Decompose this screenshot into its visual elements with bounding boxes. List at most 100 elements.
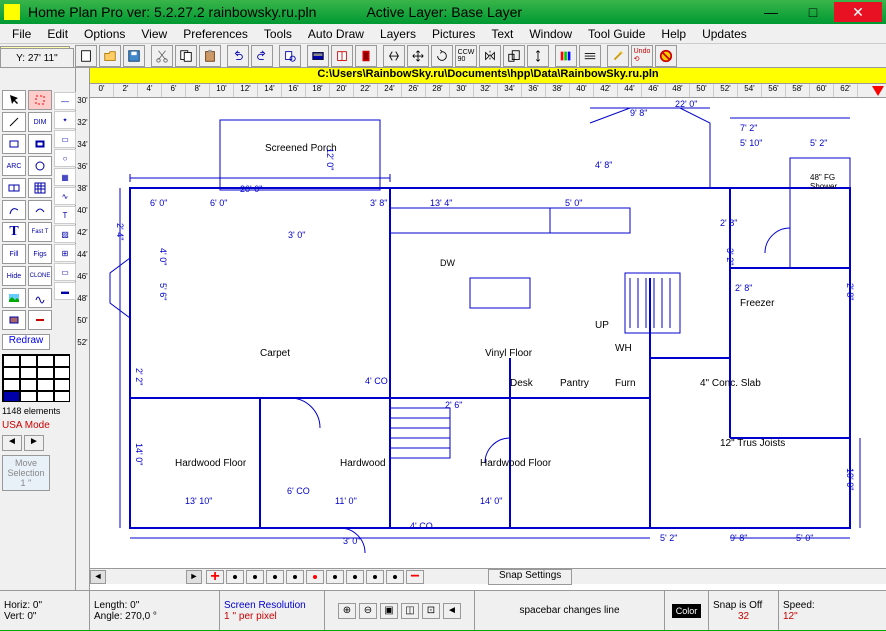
canvas-area[interactable]: C:\Users\RainbowSky.ru\Documents\hpp\Dat… bbox=[90, 68, 886, 590]
curve-tool[interactable] bbox=[2, 200, 26, 220]
layers-button[interactable] bbox=[579, 45, 601, 67]
fillrect-tool[interactable] bbox=[2, 310, 26, 330]
menu-pictures[interactable]: Pictures bbox=[424, 25, 483, 43]
menu-window[interactable]: Window bbox=[521, 25, 580, 43]
menu-view[interactable]: View bbox=[133, 25, 175, 43]
cut-button[interactable] bbox=[151, 45, 173, 67]
rotate90-button[interactable]: CCW90 bbox=[455, 45, 477, 67]
snap2[interactable] bbox=[246, 570, 264, 584]
open-button[interactable] bbox=[99, 45, 121, 67]
dim-tool[interactable]: DIM bbox=[28, 112, 52, 132]
ext-tool-1[interactable]: — bbox=[54, 92, 76, 110]
mirror-button[interactable] bbox=[479, 45, 501, 67]
rotate-button[interactable] bbox=[431, 45, 453, 67]
minimize-button[interactable]: — bbox=[750, 2, 792, 22]
scroll-left[interactable]: ◄ bbox=[90, 570, 106, 584]
scrollbar-horizontal[interactable]: ◄ ► + − Snap Settings bbox=[90, 568, 886, 584]
snap4[interactable] bbox=[286, 570, 304, 584]
snap-settings-button[interactable]: Snap Settings bbox=[488, 569, 572, 585]
menu-help[interactable]: Help bbox=[653, 25, 694, 43]
paste-button[interactable] bbox=[199, 45, 221, 67]
book-button[interactable] bbox=[331, 45, 353, 67]
copy-button[interactable] bbox=[175, 45, 197, 67]
ext-tool-7[interactable]: T bbox=[54, 206, 76, 224]
scroll-right[interactable]: ► bbox=[186, 570, 202, 584]
menu-options[interactable]: Options bbox=[76, 25, 133, 43]
ext-tool-3[interactable]: ▭ bbox=[54, 130, 76, 148]
zoom-in-button[interactable]: ⊕ bbox=[338, 603, 356, 619]
move-selection-label[interactable]: Move Selection 1 '' bbox=[2, 455, 50, 491]
snap6[interactable] bbox=[326, 570, 344, 584]
text-tool[interactable]: T bbox=[2, 222, 26, 242]
trim-button[interactable] bbox=[383, 45, 405, 67]
ext-tool-9[interactable]: ⊞ bbox=[54, 244, 76, 262]
menu-file[interactable]: File bbox=[4, 25, 39, 43]
snap3[interactable] bbox=[266, 570, 284, 584]
color-button[interactable]: Color bbox=[672, 604, 702, 618]
menu-edit[interactable]: Edit bbox=[39, 25, 76, 43]
menu-updates[interactable]: Updates bbox=[694, 25, 755, 43]
freehand-tool[interactable] bbox=[28, 288, 52, 308]
ext-tool-4[interactable]: ○ bbox=[54, 149, 76, 167]
dash-tool[interactable] bbox=[28, 310, 52, 330]
spline-tool[interactable] bbox=[28, 200, 52, 220]
rect-tool[interactable] bbox=[2, 134, 26, 154]
ext-tool-11[interactable]: ▬ bbox=[54, 282, 76, 300]
snap-minus[interactable]: − bbox=[406, 570, 424, 584]
colors-button[interactable] bbox=[555, 45, 577, 67]
zoom-prev-button[interactable]: ◄ bbox=[443, 603, 461, 619]
rectfill-tool[interactable] bbox=[28, 134, 52, 154]
maximize-button[interactable]: □ bbox=[792, 2, 834, 22]
ext-tool-10[interactable]: ▭ bbox=[54, 263, 76, 281]
snap5[interactable] bbox=[306, 570, 324, 584]
zoom-window-button[interactable]: ◫ bbox=[401, 603, 419, 619]
disk-button[interactable] bbox=[307, 45, 329, 67]
menu-layers[interactable]: Layers bbox=[372, 25, 424, 43]
nav-left[interactable]: ◄ bbox=[2, 435, 22, 451]
picture-tool[interactable] bbox=[2, 288, 26, 308]
updown-button[interactable] bbox=[527, 45, 549, 67]
snap8[interactable] bbox=[366, 570, 384, 584]
exit-button[interactable] bbox=[355, 45, 377, 67]
wand-button[interactable] bbox=[607, 45, 629, 67]
nav-right[interactable]: ► bbox=[24, 435, 44, 451]
floorplan-canvas[interactable]: 5 Screened Porch Carpet Vinyl Floor Hard… bbox=[90, 98, 886, 568]
snap1[interactable] bbox=[226, 570, 244, 584]
ext-tool-6[interactable]: ∿ bbox=[54, 187, 76, 205]
clone-tool[interactable]: CLONE bbox=[28, 266, 52, 286]
menu-text[interactable]: Text bbox=[483, 25, 521, 43]
menu-autodraw[interactable]: Auto Draw bbox=[300, 25, 372, 43]
ext-tool-8[interactable]: ▨ bbox=[54, 225, 76, 243]
menu-tools[interactable]: Tools bbox=[256, 25, 300, 43]
redraw-button[interactable]: Redraw bbox=[2, 334, 50, 350]
arc-tool[interactable]: ARC bbox=[2, 156, 26, 176]
redo-button[interactable] bbox=[251, 45, 273, 67]
menu-preferences[interactable]: Preferences bbox=[175, 25, 256, 43]
ext-tool-2[interactable]: ✦ bbox=[54, 111, 76, 129]
print-preview-button[interactable] bbox=[279, 45, 301, 67]
fill-tool[interactable]: Fill bbox=[2, 244, 26, 264]
figs-tool[interactable]: Figs bbox=[28, 244, 52, 264]
scale-button[interactable] bbox=[503, 45, 525, 67]
undo-circle-button[interactable]: Undo⟲ bbox=[631, 45, 653, 67]
hide-tool[interactable]: Hide bbox=[2, 266, 26, 286]
zoom-out-button[interactable]: ⊖ bbox=[359, 603, 377, 619]
menu-toolguide[interactable]: Tool Guide bbox=[580, 25, 653, 43]
snap7[interactable] bbox=[346, 570, 364, 584]
fasttext-tool[interactable]: Fast T bbox=[28, 222, 52, 242]
color-palette[interactable] bbox=[2, 354, 70, 402]
grid-tool[interactable] bbox=[28, 178, 52, 198]
arrow-tool[interactable] bbox=[2, 90, 26, 110]
save-button[interactable] bbox=[123, 45, 145, 67]
undo-button[interactable] bbox=[227, 45, 249, 67]
ext-tool-5[interactable]: ▦ bbox=[54, 168, 76, 186]
close-button[interactable]: ✕ bbox=[834, 2, 882, 22]
circle-tool[interactable] bbox=[28, 156, 52, 176]
move-button[interactable] bbox=[407, 45, 429, 67]
zoom-fit-button[interactable]: ▣ bbox=[380, 603, 398, 619]
zoom-extents-button[interactable]: ⊡ bbox=[422, 603, 440, 619]
snap-plus[interactable]: + bbox=[206, 570, 224, 584]
new-button[interactable] bbox=[75, 45, 97, 67]
snap9[interactable] bbox=[386, 570, 404, 584]
usa-mode[interactable]: USA Mode bbox=[0, 418, 75, 433]
